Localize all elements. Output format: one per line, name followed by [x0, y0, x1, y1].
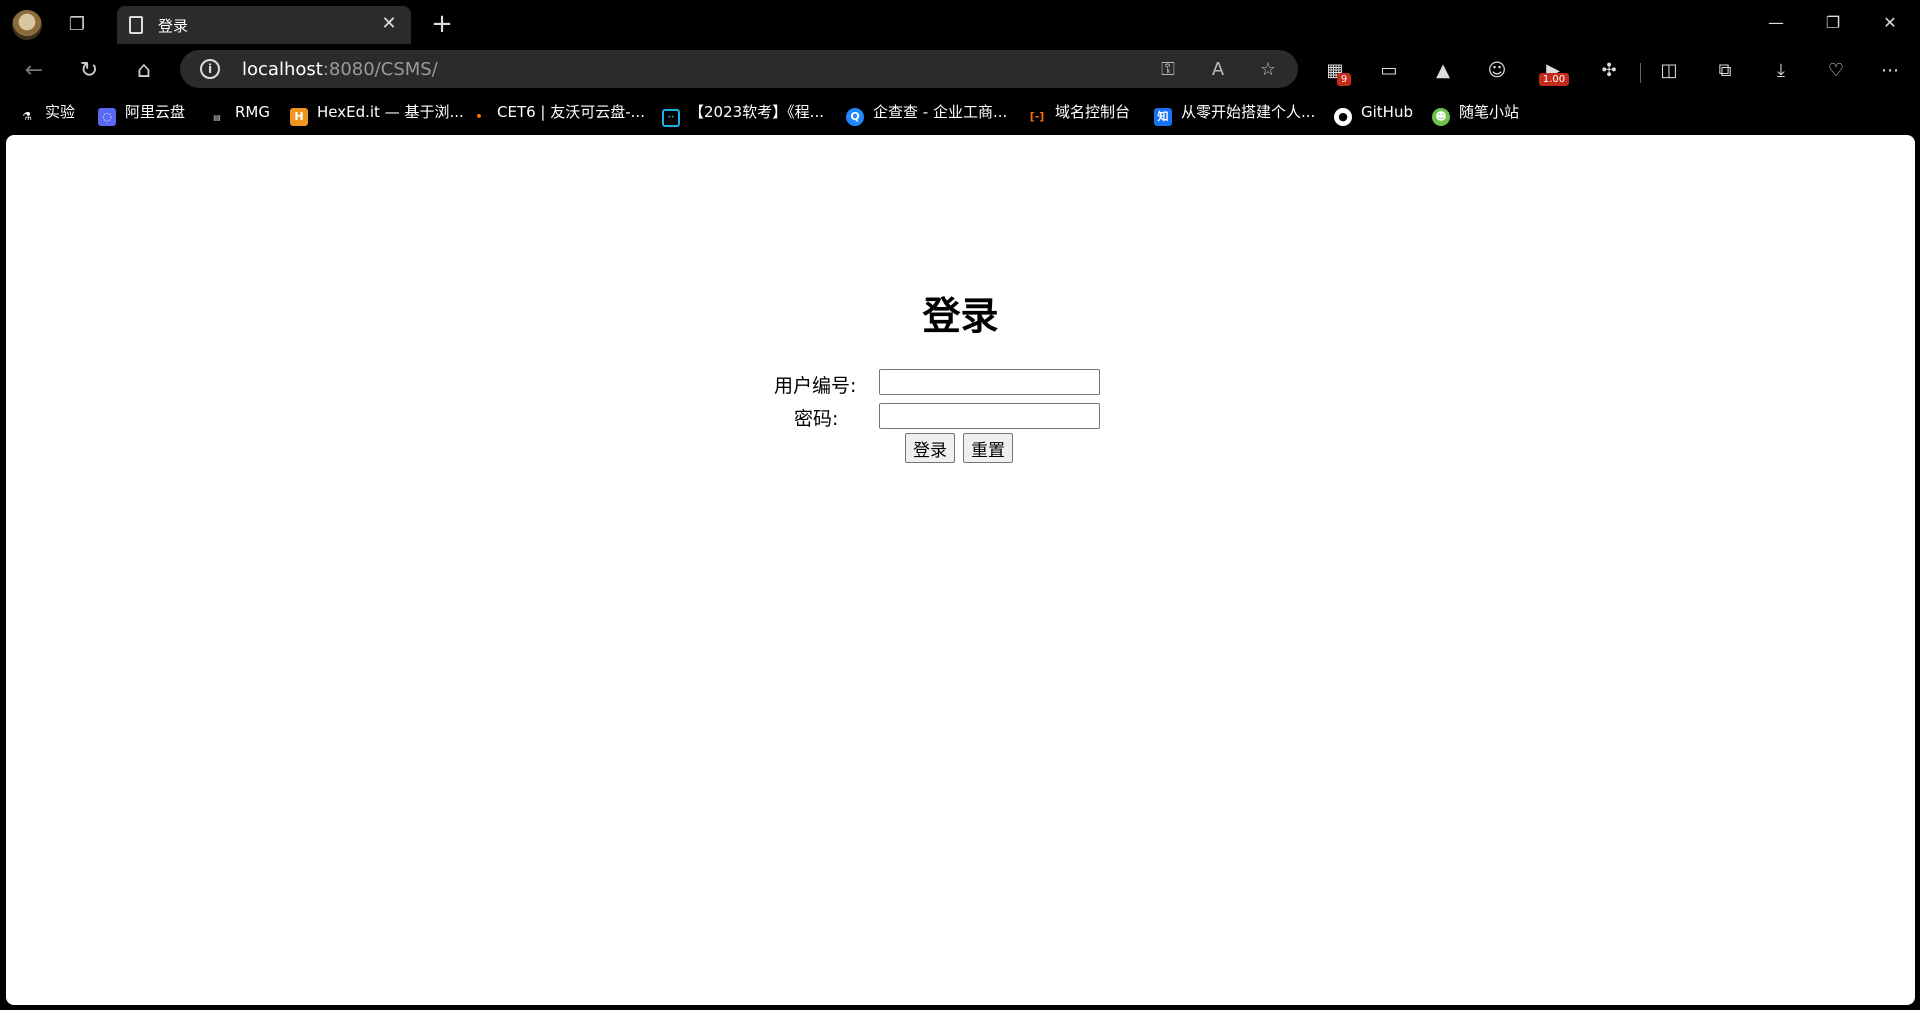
key-icon[interactable]: ⚿	[1155, 57, 1181, 83]
bookmark-label: GitHub	[1361, 103, 1413, 121]
aliyun-drive-icon: ◌	[98, 108, 116, 126]
bookmark-label: 域名控制台	[1055, 103, 1131, 121]
github-icon: ●	[1334, 108, 1352, 126]
qichacha-icon: Q	[846, 108, 864, 126]
bookmark-item[interactable]: • CET6 | 友沃可云盘-...	[470, 101, 645, 123]
bookmark-item[interactable]: ·· 【2023软考】《程...	[662, 101, 824, 127]
frog-icon: ☻	[1432, 108, 1450, 126]
reset-button[interactable]: 重置	[963, 433, 1013, 463]
toolbar: ← ↻ ⌂ i localhost:8080/CSMS/ ⚿ A ☆ ▦ 9 ▭…	[0, 49, 1920, 91]
extension-badge-count: 9	[1337, 73, 1351, 86]
face-extension-icon[interactable]: ☺	[1481, 55, 1513, 87]
bookmark-item[interactable]: ☻ 随笔小站	[1432, 101, 1520, 126]
split-screen-icon[interactable]: ◫	[1653, 55, 1685, 87]
title-bar: ❐ 登录 ✕ + — ❐ ✕	[0, 0, 1920, 49]
bookmark-label: 实验	[45, 103, 76, 121]
tab-title: 登录	[158, 17, 189, 35]
back-button[interactable]: ←	[18, 55, 50, 87]
bookmark-label: 阿里云盘	[125, 103, 186, 121]
bookmark-label: CET6 | 友沃可云盘-...	[497, 103, 645, 121]
site-info-icon[interactable]: i	[200, 59, 220, 79]
bookmark-item[interactable]: ● GitHub	[1334, 101, 1413, 126]
tab-actions-icon[interactable]: ❐	[64, 13, 90, 37]
bookmark-item[interactable]: Q 企查查 - 企业工商...	[846, 101, 1008, 126]
flask-icon: ⚗	[22, 110, 32, 123]
bookmark-item[interactable]: H HexEd.it — 基于浏...	[290, 101, 464, 126]
bookmark-label: HexEd.it — 基于浏...	[317, 103, 464, 121]
extension-badge-icon[interactable]: ▦ 9	[1319, 55, 1351, 87]
rmg-icon: ▤	[213, 113, 221, 122]
browser-essentials-icon[interactable]: ♡	[1820, 55, 1852, 87]
user-id-input[interactable]	[879, 369, 1100, 395]
login-button[interactable]: 登录	[905, 433, 955, 463]
extensions-puzzle-icon[interactable]: ✣	[1593, 55, 1625, 87]
bookmark-item[interactable]: ⚗ 实验	[18, 101, 75, 123]
login-heading: 登录	[922, 294, 999, 338]
refresh-button[interactable]: ↻	[73, 55, 105, 87]
more-menu-icon[interactable]: ⋯	[1874, 55, 1906, 87]
speed-badge: 1.00	[1539, 73, 1569, 86]
bookmark-item[interactable]: [-] 域名控制台	[1028, 101, 1130, 123]
favorite-star-icon[interactable]: ☆	[1255, 57, 1281, 83]
download-icon[interactable]: ⤓	[1765, 55, 1797, 87]
user-id-label: 用户编号:	[774, 375, 857, 397]
address-bar[interactable]: i localhost:8080/CSMS/ ⚿ A ☆	[180, 50, 1298, 88]
home-button[interactable]: ⌂	[128, 55, 160, 87]
speed-extension-icon[interactable]: ▶ 1.00	[1537, 55, 1569, 87]
bookmark-item[interactable]: 知从零开始搭建个人...	[1154, 101, 1316, 126]
reader-extension-icon[interactable]: ▭	[1373, 55, 1405, 87]
bookmark-label: 从零开始搭建个人...	[1181, 103, 1316, 121]
hexedit-icon: H	[290, 108, 308, 126]
password-input[interactable]	[879, 403, 1100, 429]
restore-button[interactable]: ❐	[1813, 8, 1853, 38]
collections-icon[interactable]: ⧉	[1709, 55, 1741, 87]
bookmarks-bar: ⚗ 实验 ◌ 阿里云盘 ▤ RMG H HexEd.it — 基于浏... • CET6 …	[0, 91, 1920, 134]
bilibili-icon: ··	[662, 109, 680, 127]
aliyun-console-icon: [-]	[1029, 110, 1045, 123]
bookmark-item[interactable]: ▤ RMG	[208, 101, 270, 123]
tab-close-icon[interactable]: ✕	[377, 12, 401, 36]
bookmark-label: RMG	[235, 103, 270, 121]
minimize-button[interactable]: —	[1756, 8, 1796, 38]
bookmark-item[interactable]: ◌ 阿里云盘	[98, 101, 186, 126]
new-tab-button[interactable]: +	[428, 11, 456, 39]
url-text[interactable]: localhost:8080/CSMS/	[242, 59, 438, 80]
bookmark-label: 随笔小站	[1459, 103, 1520, 121]
page-icon	[129, 16, 143, 34]
password-label: 密码:	[794, 408, 839, 430]
mountain-extension-icon[interactable]: ▲	[1427, 55, 1459, 87]
flame-icon: •	[475, 110, 483, 123]
close-window-button[interactable]: ✕	[1870, 8, 1910, 38]
bookmark-label: 企查查 - 企业工商...	[873, 103, 1008, 121]
read-aloud-icon[interactable]: A	[1205, 57, 1231, 83]
active-tab[interactable]: 登录 ✕	[117, 6, 411, 44]
bookmark-label: 【2023软考】《程...	[689, 103, 824, 121]
toolbar-separator	[1640, 63, 1641, 83]
profile-avatar[interactable]	[12, 10, 42, 40]
zhihu-icon: 知	[1154, 108, 1172, 126]
page-viewport: 登录 用户编号: 密码: 登录 重置	[6, 135, 1915, 1005]
